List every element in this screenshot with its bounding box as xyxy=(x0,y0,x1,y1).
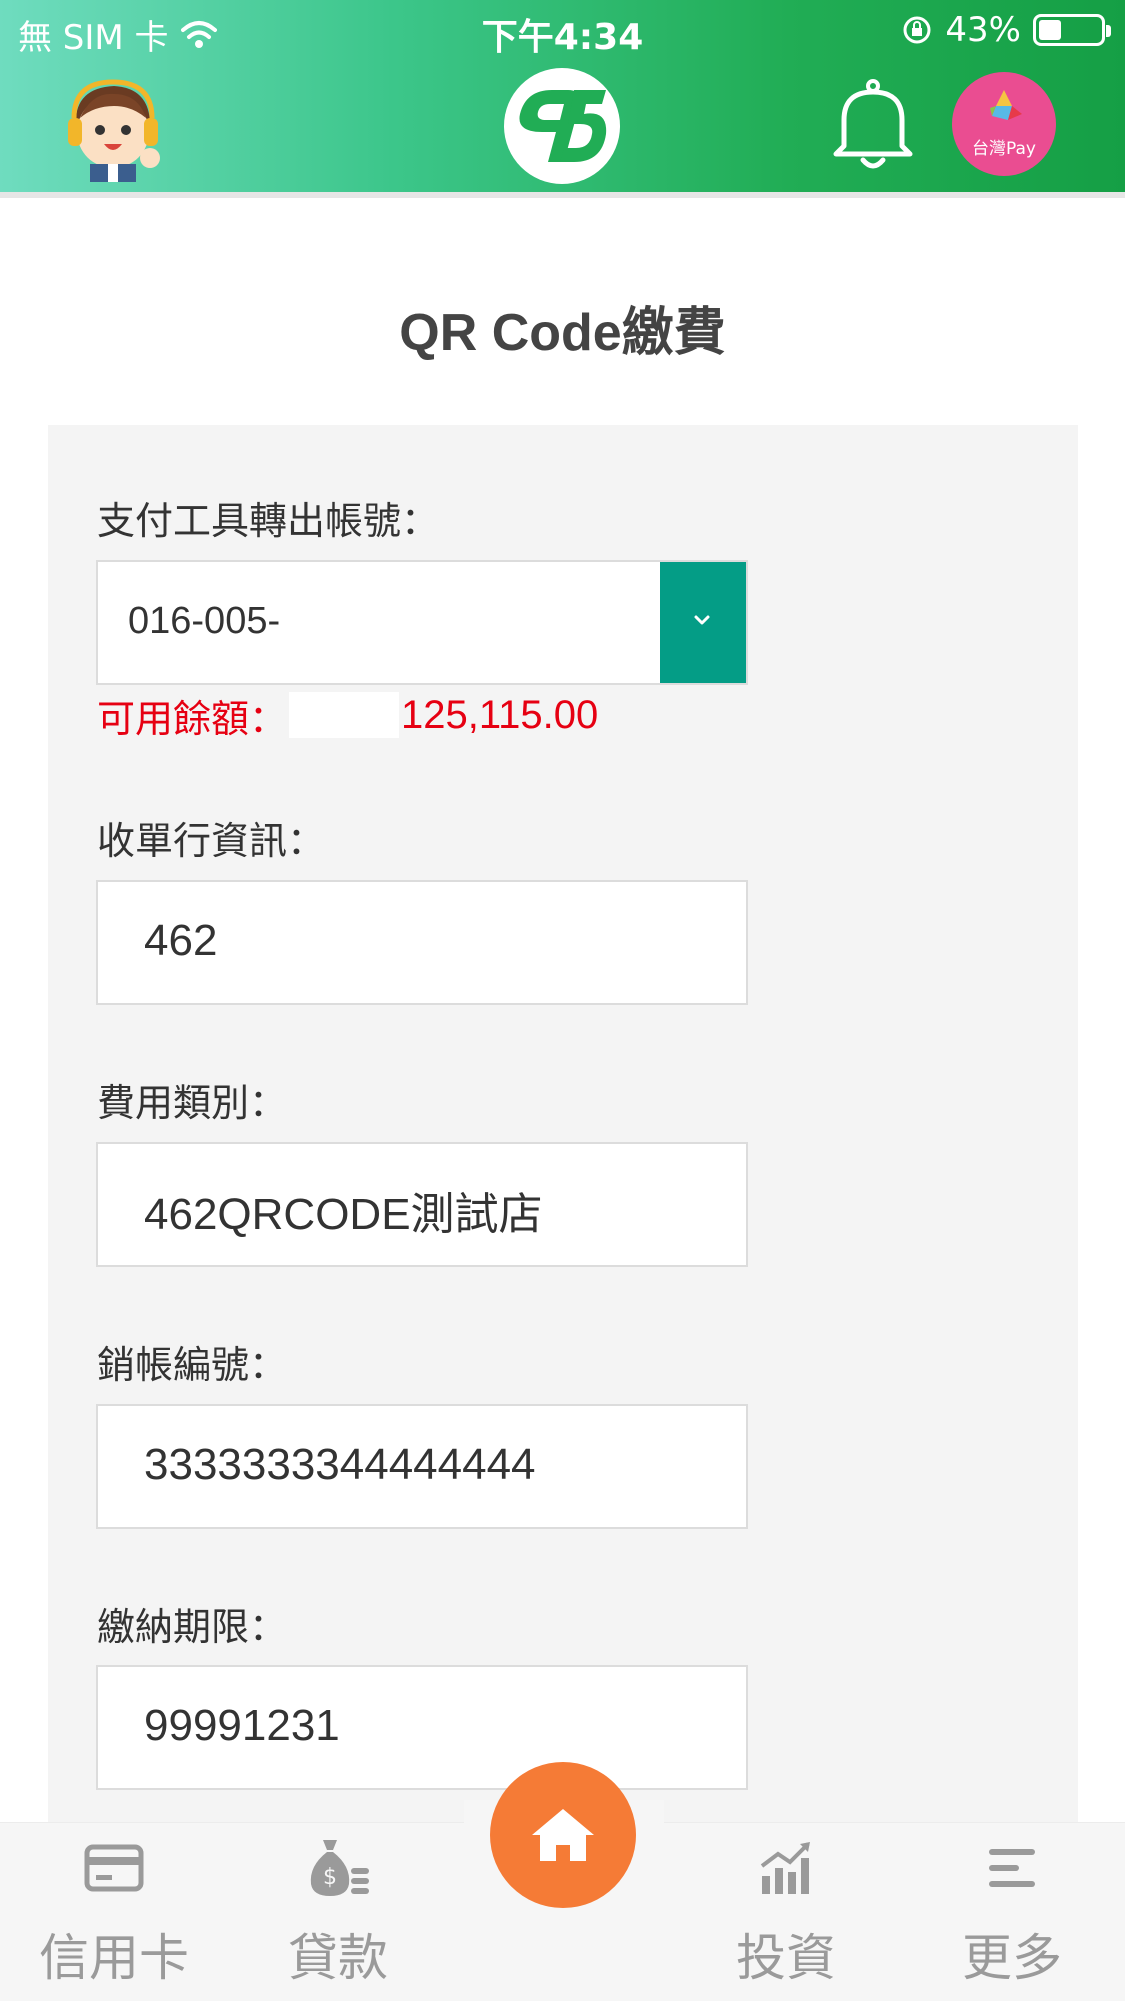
acquirer-value: 462 xyxy=(144,916,218,965)
svg-text:$: $ xyxy=(323,1865,337,1890)
nav-item-credit-card[interactable]: 信用卡 xyxy=(24,1838,204,1990)
taiwan-pay-label: 台灣Pay xyxy=(972,139,1036,159)
app-header: 無 SIM 卡 下午4:34 43% 台灣Pay xyxy=(0,0,1125,192)
fee-type-value: 462QRCODE測試店 xyxy=(144,1190,543,1239)
account-label: 支付工具轉出帳號： xyxy=(97,499,440,543)
deadline-field[interactable]: 99991231 xyxy=(96,1665,748,1790)
page-title: QR Code繳費 xyxy=(399,304,726,362)
balance-value: 125,115.00 xyxy=(401,692,599,737)
bar-chart-icon xyxy=(760,1842,810,1894)
page: 無 SIM 卡 下午4:34 43% 台灣Pay QR Code繳費 支付工具轉… xyxy=(0,0,1125,2001)
home-button[interactable] xyxy=(490,1762,636,1908)
fee-type-field[interactable]: 462QRCODE測試店 xyxy=(96,1142,748,1267)
nav-item-more[interactable]: 更多 xyxy=(922,1838,1102,1990)
nav-label-investment: 投資 xyxy=(736,1929,836,1987)
balance-mask xyxy=(289,692,400,738)
bank-logo-icon[interactable] xyxy=(502,66,622,186)
account-select[interactable]: 016-005- xyxy=(96,560,748,685)
nav-item-loan[interactable]: $ 貸款 xyxy=(248,1838,428,1990)
chevron-down-icon xyxy=(694,615,710,625)
status-bar: 無 SIM 卡 下午4:34 43% xyxy=(0,0,1125,64)
fee-type-label: 費用類別： xyxy=(97,1081,288,1125)
account-select-value: 016-005- xyxy=(128,600,281,642)
menu-icon xyxy=(989,1849,1035,1887)
acquirer-field[interactable]: 462 xyxy=(96,880,748,1005)
account-select-dropdown-button[interactable] xyxy=(660,562,746,683)
writeoff-field[interactable]: 3333333344444444 xyxy=(96,1404,748,1529)
nav-label-credit-card: 信用卡 xyxy=(39,1929,189,1987)
taiwan-pay-logo-icon xyxy=(990,90,1022,120)
balance-row: 可用餘額： 125,115.00 xyxy=(97,690,599,741)
taiwan-pay-button[interactable]: 台灣Pay xyxy=(952,72,1056,176)
header-divider xyxy=(0,192,1125,198)
writeoff-value: 3333333344444444 xyxy=(144,1440,536,1489)
battery-fill xyxy=(1039,20,1062,40)
status-right: 43% xyxy=(901,10,1111,50)
battery-icon xyxy=(1033,14,1111,46)
acquirer-label: 收單行資訊： xyxy=(97,819,326,863)
nav-item-investment[interactable]: 投資 xyxy=(696,1838,876,1990)
customer-service-mascot-icon[interactable] xyxy=(52,72,174,182)
credit-card-icon xyxy=(84,1844,144,1892)
deadline-label: 繳納期限： xyxy=(97,1605,288,1649)
notification-bell-icon[interactable] xyxy=(830,78,916,170)
balance-label: 可用餘額： xyxy=(97,696,288,741)
money-bag-icon: $ xyxy=(310,1840,369,1896)
home-icon xyxy=(532,1809,594,1861)
writeoff-label: 銷帳編號： xyxy=(97,1343,288,1387)
nav-label-more: 更多 xyxy=(962,1929,1062,1987)
nav-label-loan: 貸款 xyxy=(288,1929,388,1987)
deadline-value: 99991231 xyxy=(144,1701,340,1750)
rotation-lock-icon xyxy=(903,16,931,44)
battery-percent: 43% xyxy=(945,10,1021,50)
